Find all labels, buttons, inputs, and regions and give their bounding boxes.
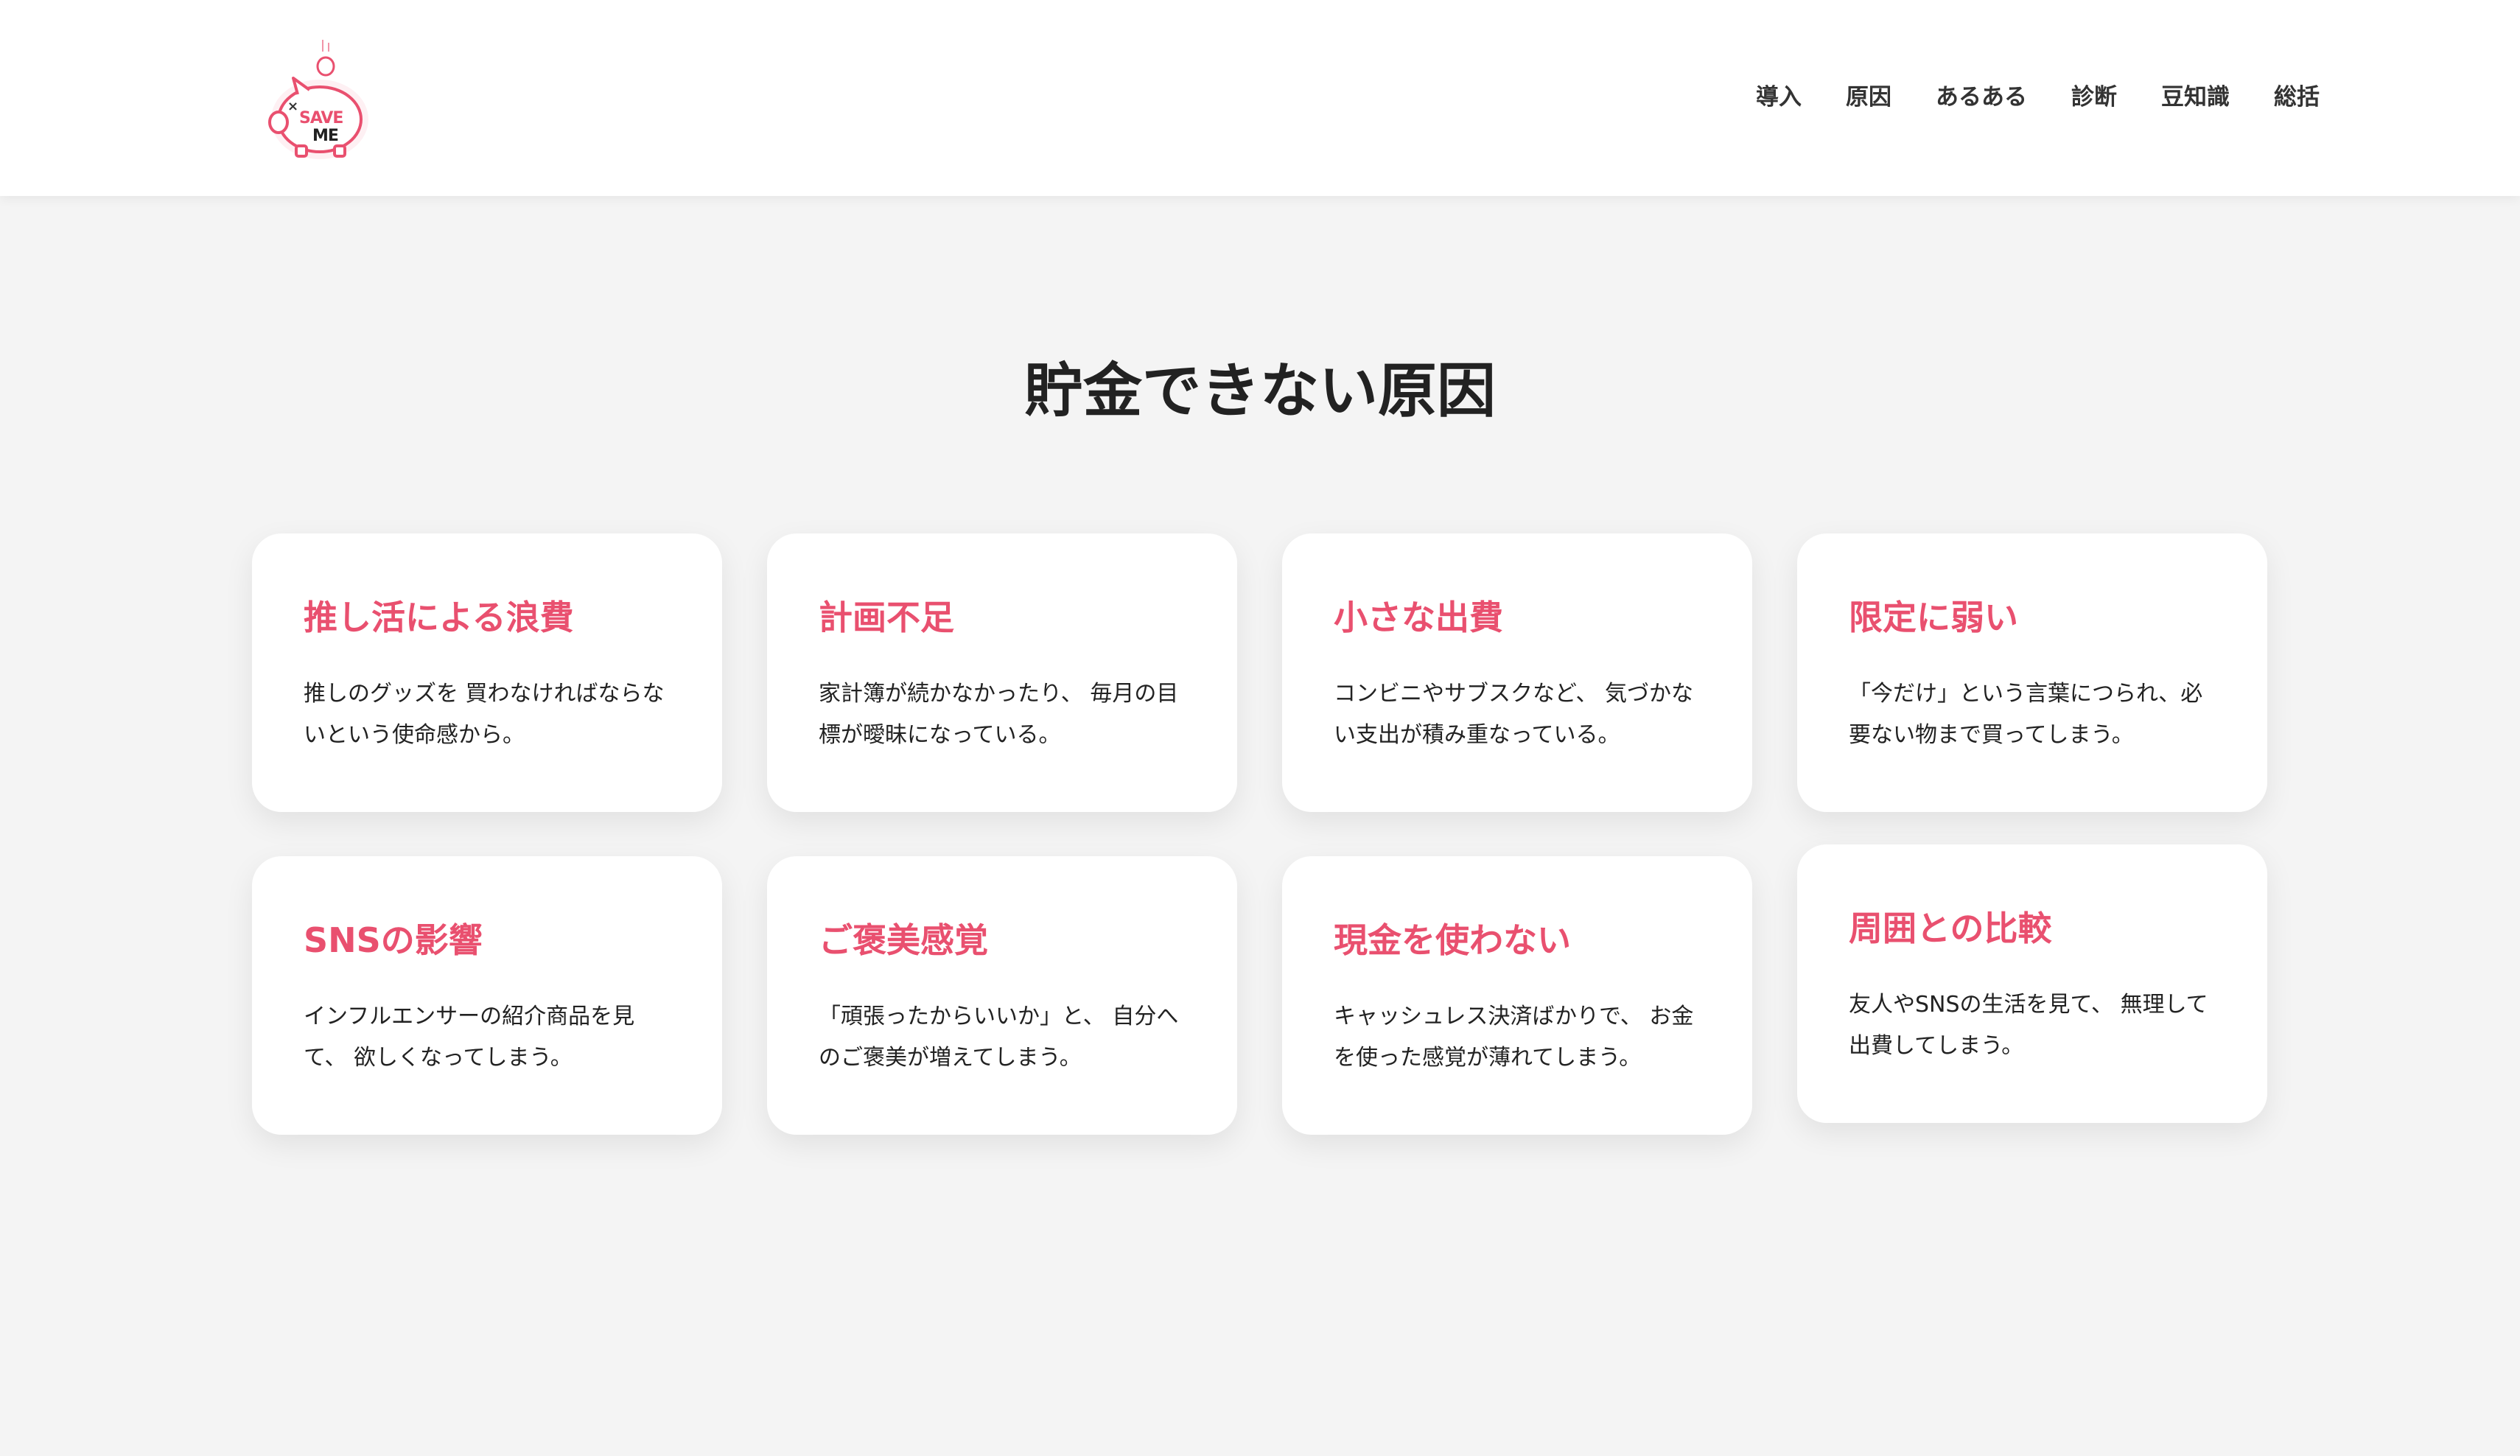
- cause-card: 現金を使わない キャッシュレス決済ばかりで、 お金を使った感覚が薄れてしまう。: [1282, 856, 1752, 1135]
- nav-item-summary[interactable]: 総括: [2274, 80, 2320, 115]
- cause-card: 小さな出費 コンビニやサブスクなど、 気づかない支出が積み重なっている。: [1282, 533, 1752, 812]
- nav-item-intro[interactable]: 導入: [1756, 80, 1802, 115]
- card-title: 計画不足: [819, 598, 954, 637]
- card-title: ご褒美感覚: [819, 920, 988, 960]
- piggy-bank-icon: [268, 40, 368, 159]
- nav-item-causes[interactable]: 原因: [1846, 80, 1891, 115]
- cause-card: 限定に弱い 「今だけ」という言葉につられ、必要ない物まで買ってしまう。: [1797, 533, 2267, 812]
- card-title: SNSの影響: [304, 920, 483, 960]
- nav-item-trivia[interactable]: 豆知識: [2161, 80, 2230, 115]
- nav-item-aruaru[interactable]: あるある: [1936, 80, 2027, 115]
- logo[interactable]: × SAVE ME: [264, 32, 373, 165]
- card-text: キャッシュレス決済ばかりで、 お金を使った感覚が薄れてしまう。: [1334, 1004, 1694, 1071]
- card-title: 現金を使わない: [1334, 920, 1571, 960]
- card-text: コンビニやサブスクなど、 気づかない支出が積み重なっている。: [1334, 681, 1694, 748]
- nav-item-diagnosis[interactable]: 診断: [2071, 80, 2117, 115]
- logo-text-line2: ME: [312, 127, 339, 145]
- page-title: 貯金できない原因: [1024, 357, 1496, 425]
- card-title: 周囲との比較: [1849, 909, 2052, 948]
- card-text: 家計簿が続かなかったり、 毎月の目標が曖昧になっている。: [819, 681, 1179, 748]
- cause-card: SNSの影響 インフルエンサーの紹介商品を見て、 欲しくなってしまう。: [252, 856, 722, 1135]
- logo-text-line1: SAVE: [299, 109, 343, 127]
- card-title: 限定に弱い: [1849, 598, 2018, 637]
- card-title: 小さな出費: [1334, 598, 1503, 637]
- card-text: インフルエンサーの紹介商品を見て、 欲しくなってしまう。: [304, 1004, 635, 1071]
- card-text: 推しのグッズを 買わなければならないという使命感から。: [304, 681, 665, 748]
- card-title: 推し活による浪費: [304, 598, 574, 637]
- site-header: × SAVE ME 導入 原因 あるある 診断 豆知識 総括: [0, 0, 2520, 196]
- logo-eye-mark: ×: [287, 99, 299, 114]
- main-nav: 導入 原因 あるある 診断 豆知識 総括: [1756, 80, 2320, 115]
- cause-card: 計画不足 家計簿が続かなかったり、 毎月の目標が曖昧になっている。: [767, 533, 1237, 812]
- cause-card: 推し活による浪費 推しのグッズを 買わなければならないという使命感から。: [252, 533, 722, 812]
- cause-card: 周囲との比較 友人やSNSの生活を見て、 無理して出費してしまう。: [1797, 844, 2267, 1123]
- card-text: 友人やSNSの生活を見て、 無理して出費してしまう。: [1849, 992, 2208, 1059]
- cause-card: ご褒美感覚 「頑張ったからいいか」と、 自分へのご褒美が増えてしまう。: [767, 856, 1237, 1135]
- card-text: 「今だけ」という言葉につられ、必要ない物まで買ってしまう。: [1849, 681, 2203, 748]
- card-text: 「頑張ったからいいか」と、 自分へのご褒美が増えてしまう。: [819, 1004, 1179, 1071]
